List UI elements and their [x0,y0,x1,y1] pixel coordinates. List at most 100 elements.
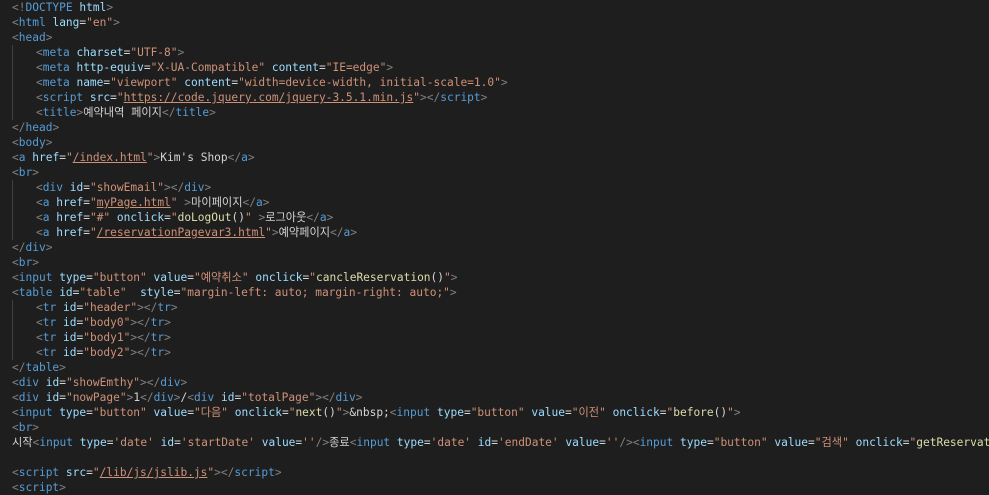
code-token: < [12,421,19,434]
code-token: src [65,466,87,479]
code-line[interactable]: <!DOCTYPE html> [0,0,989,15]
code-line[interactable]: <br> [0,420,989,435]
code-token: href [56,211,84,224]
code-line[interactable]: <tr id="body2"></tr> [0,345,989,360]
code-token: = [86,406,93,419]
code-token: > [52,121,60,134]
code-token: </ [161,106,176,119]
code-token: "IE=edge" [325,61,387,74]
code-token: < [12,406,19,419]
code-token: < [12,466,19,479]
code-line[interactable]: 시작<input type='date' id='startDate' valu… [0,435,989,450]
code-token: > [164,316,171,329]
code-line[interactable]: <br> [0,255,989,270]
code-token: > [209,106,216,119]
code-line[interactable]: <a href="#" onclick="doLogOut()" >로그아웃</… [0,210,989,225]
code-token: DOCTYPE [25,1,73,14]
code-token: = [59,151,66,164]
code-token: script [234,466,275,479]
code-token: " [92,466,100,479]
code-token: > [480,91,488,104]
code-line[interactable]: <tr id="body1"></tr> [0,330,989,345]
code-token: < [12,136,19,149]
code-token: "예약취소" [193,271,249,284]
code-token: < [36,106,43,119]
code-token: < [12,256,19,269]
code-line[interactable]: <head> [0,30,989,45]
code-token: tr [42,316,57,329]
code-token: "showEmail" [89,181,165,194]
code-token: = [187,406,194,419]
code-line[interactable]: <tr id="header"></tr> [0,300,989,315]
code-line[interactable]: <script src="/lib/js/jslib.js"></script> [0,465,989,480]
code-token: < [12,166,19,179]
code-line[interactable]: <div id="showEmail"></div> [0,180,989,195]
code-token: = [463,406,471,419]
code-token: script [18,466,60,479]
code-line[interactable]: <a href="/reservationPagevar3.html">예약페이… [0,225,989,240]
code-line[interactable] [0,450,989,465]
code-line[interactable]: <table id="table" style="margin-left: au… [0,285,989,300]
code-token: head [18,31,46,44]
indent-guide [12,315,13,330]
code-token: 예약페이지 [278,226,331,239]
code-token: type [396,436,424,449]
code-token: tr [42,346,57,359]
code-line[interactable]: <input type="button" value="다음" onclick=… [0,405,989,420]
code-line[interactable]: <html lang="en"> [0,15,989,30]
code-token: value [565,436,600,449]
code-line[interactable]: <script src="https://code.jquery.com/jqu… [0,90,989,105]
code-line[interactable]: <a href="myPage.html" >마이페이지</a> [0,195,989,210]
code-line[interactable]: <input type="button" value="예약취소" onclic… [0,270,989,285]
code-token: > [59,361,66,374]
code-token: type [436,406,464,419]
code-token: a [42,211,50,224]
code-token: http-equiv [76,61,144,74]
code-line[interactable]: <div id="nowPage">1</div>/<div id="total… [0,390,989,405]
code-token: div [335,391,356,404]
code-token: > [173,391,181,404]
code-token: div [42,181,63,194]
code-line[interactable]: <meta name="viewport" content="width=dev… [0,75,989,90]
code-token: href [32,151,60,164]
code-line[interactable]: </div> [0,240,989,255]
code-token: /> [315,436,330,449]
code-token: content [184,76,232,89]
code-token: src [89,91,111,104]
code-token: < [12,151,19,164]
code-line[interactable]: <meta http-equiv="X-UA-Compatible" conte… [0,60,989,75]
code-token: value [531,406,566,419]
code-token: head [25,121,53,134]
code-token: "header" [83,301,138,314]
code-line[interactable]: <meta charset="UTF-8"> [0,45,989,60]
code-token: ></ [214,466,235,479]
code-token: < [36,61,43,74]
code-line[interactable]: </head> [0,120,989,135]
code-token: name [76,76,104,89]
code-token: </ [140,391,154,404]
code-token: "viewport" [110,76,178,89]
code-token: = [143,61,151,74]
code-line[interactable]: <title>예약내역 페이지</title> [0,105,989,120]
code-token: = [59,376,66,389]
code-token: </ [12,241,26,254]
code-token: onclick [612,406,660,419]
code-line[interactable]: <a href="/index.html">Kim's Shop</a> [0,150,989,165]
code-line[interactable]: <div id="showEmthy"></div> [0,375,989,390]
code-line[interactable]: <body> [0,135,989,150]
code-token: id [62,331,77,344]
code-token: = [83,211,90,224]
code-token: "totalPage" [241,391,316,404]
code-token: ></ [315,391,336,404]
code-line[interactable]: <br> [0,165,989,180]
code-token: onclick [855,436,903,449]
code-line[interactable]: </table> [0,360,989,375]
code-token: before [673,406,714,419]
code-token: content [271,61,319,74]
code-editor[interactable]: <!DOCTYPE html> <html lang="en"> <head> <me… [0,0,989,494]
code-line[interactable]: <tr id="body0"></tr> [0,315,989,330]
indent-guide [12,105,13,120]
